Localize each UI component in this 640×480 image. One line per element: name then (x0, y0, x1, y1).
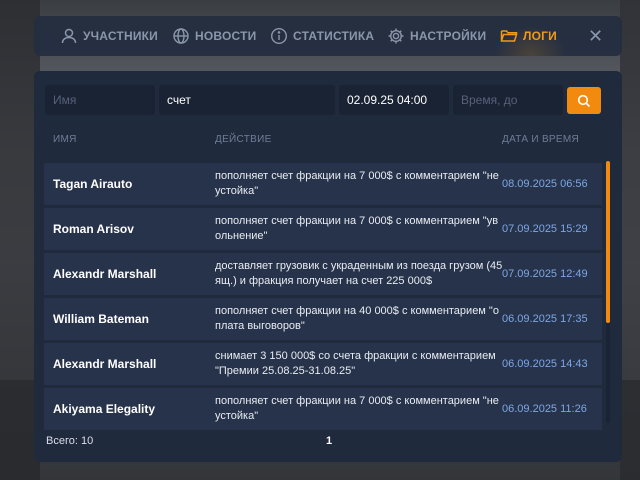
row-date: 06.09.2025 11:26 (502, 403, 587, 415)
folder-icon (500, 30, 518, 42)
row-action: пополняет счет фракции на 7 000$ с комме… (215, 395, 499, 422)
tab-logs[interactable]: ЛОГИ (494, 16, 567, 56)
tab-settings-label: НАСТРОЙКИ (410, 29, 487, 43)
row-name: Alexandr Marshall (53, 267, 157, 281)
tab-news[interactable]: НОВОСТИ (172, 16, 256, 56)
tab-participants[interactable]: УЧАСТНИКИ (60, 16, 158, 56)
table-row[interactable]: William Bateman пополняет счет фракции н… (44, 298, 602, 340)
row-name: Roman Arisov (53, 222, 134, 236)
row-name: Tagan Airauto (53, 177, 133, 191)
info-icon (270, 27, 288, 45)
column-header-datetime[interactable]: ДАТА И ВРЕМЯ (502, 134, 579, 145)
tab-logs-label: ЛОГИ (523, 29, 557, 43)
row-date: 08.09.2025 06:56 (502, 178, 588, 190)
tab-participants-label: УЧАСТНИКИ (83, 29, 159, 43)
table-row[interactable]: Tagan Airauto пополняет счет фракции на … (44, 163, 602, 205)
pagination-page-1[interactable]: 1 (326, 435, 332, 447)
tab-statistics[interactable]: СТАТИСТИКА (270, 16, 374, 56)
row-name: Alexandr Marshall (53, 357, 157, 371)
row-action: снимает 3 150 000$ со счета фракции с ко… (215, 350, 496, 377)
row-action: пополняет счет фракции на 7 000$ с комме… (215, 215, 499, 242)
row-name: Akiyama Elegality (53, 402, 156, 416)
gear-icon (388, 28, 404, 44)
tab-news-label: НОВОСТИ (195, 29, 257, 43)
name-filter-input[interactable]: Имя (45, 85, 155, 115)
row-action: доставляет грузовик с украденным из поез… (215, 260, 503, 287)
date-to-input[interactable]: Время, до (453, 85, 563, 115)
row-date: 07.09.2025 15:29 (502, 223, 588, 235)
row-action: пополняет счет фракции на 40 000$ с комм… (215, 305, 499, 332)
close-icon[interactable]: ✕ (588, 26, 603, 47)
action-filter-input[interactable]: счет (159, 85, 335, 115)
row-action: пополняет счет фракции на 7 000$ с комме… (215, 170, 499, 197)
table-row[interactable]: Alexandr Marshall доставляет грузовик с … (44, 253, 602, 295)
scrollbar-thumb[interactable] (606, 161, 610, 323)
table-row[interactable]: Akiyama Elegality пополняет счет фракции… (44, 388, 602, 430)
tab-statistics-label: СТАТИСТИКА (293, 29, 375, 43)
date-from-input[interactable]: 02.09.25 04:00 (339, 85, 449, 115)
top-nav: УЧАСТНИКИ НОВОСТИ СТАТИСТИКА НАСТРОЙКИ Л… (34, 16, 622, 56)
row-date: 06.09.2025 17:35 (502, 313, 588, 325)
tab-settings[interactable]: НАСТРОЙКИ (387, 16, 486, 56)
logs-panel: Имя счет 02.09.25 04:00 Время, до ИМЯ ДЕ… (34, 71, 622, 462)
search-icon (577, 94, 591, 107)
row-date: 06.09.2025 14:43 (502, 358, 588, 370)
row-name: William Bateman (53, 312, 149, 326)
table-row[interactable]: Roman Arisov пополняет счет фракции на 7… (44, 208, 602, 250)
row-date: 07.09.2025 12:49 (502, 268, 588, 280)
total-count: Всего: 10 (46, 435, 94, 447)
user-icon (61, 28, 77, 44)
column-header-action[interactable]: ДЕЙСТВИЕ (215, 134, 272, 145)
globe-icon (173, 28, 189, 44)
column-header-name[interactable]: ИМЯ (53, 134, 77, 145)
table-row[interactable]: Alexandr Marshall снимает 3 150 000$ со … (44, 343, 602, 385)
search-button[interactable] (567, 87, 601, 114)
